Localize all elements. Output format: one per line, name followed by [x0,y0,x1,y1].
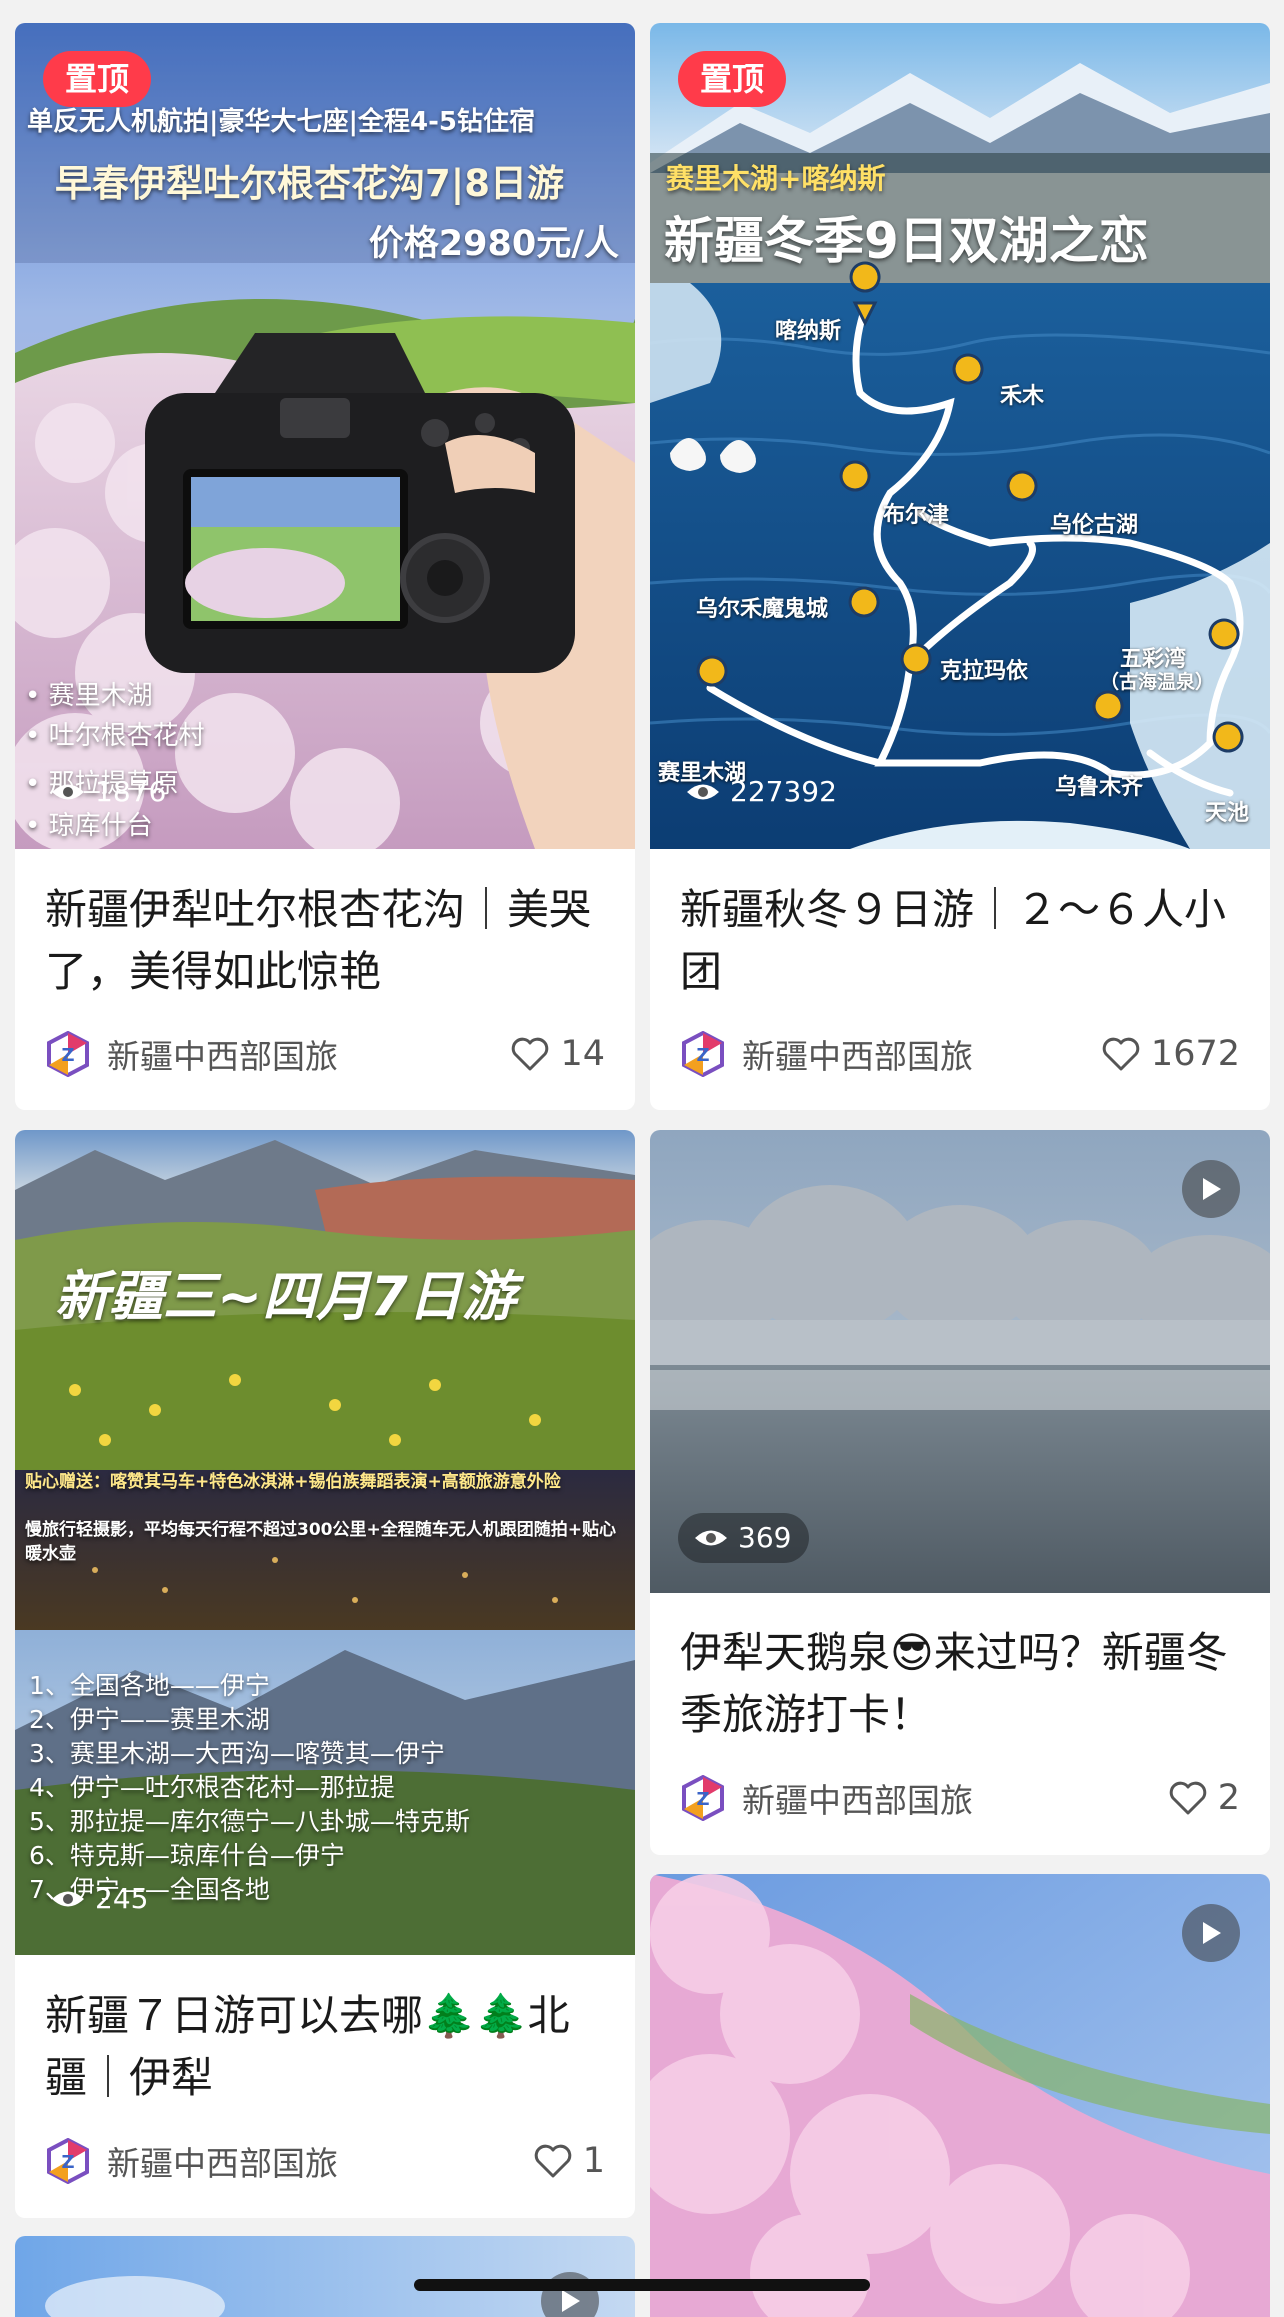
map-place-label: 喀纳斯 [775,319,842,344]
like-button[interactable]: 2 [1168,1778,1240,1818]
agency-logo-icon[interactable]: Z [680,1775,726,1821]
itinerary-step: 1、全国各地——伊宁 [29,1671,270,1700]
like-button[interactable]: 1 [533,2141,605,2181]
post-meta: Z 新疆中西部国旅 14 [45,1029,605,1079]
cover-text-features: 单反无人机航拍|豪华大七座|全程4-5钻住宿 [27,107,535,137]
author-name[interactable]: 新疆中西部国旅 [107,2137,533,2185]
view-count: 1876 [43,767,184,817]
author-name[interactable]: 新疆中西部国旅 [107,1030,510,1078]
feed-card-5[interactable] [650,1874,1270,2317]
heart-icon [534,2144,571,2178]
card-cover-image[interactable]: 置顶 赛里木湖+喀纳斯 新疆冬季9日双湖之恋 喀纳斯 禾木 布尔津 乌伦古湖 乌… [650,23,1270,849]
pinned-badge: 置顶 [678,51,787,107]
itinerary-step: 4、伊宁—吐尔根杏花村—那拉提 [29,1773,395,1802]
post-title[interactable]: 新疆秋冬９日游｜２～６人小团 [680,879,1240,1003]
eye-icon [687,784,719,800]
like-count: 14 [560,1034,605,1074]
author-name[interactable]: 新疆中西部国旅 [742,1774,1168,1822]
card-cover-image[interactable]: 置顶 单反无人机航拍|豪华大七座|全程4-5钻住宿 早春伊犁吐尔根杏花沟7|8日… [15,23,635,849]
cover-text-subtitle: 赛里木湖+喀纳斯 [666,162,886,195]
map-place-label: 乌鲁木齐 [1055,775,1144,800]
play-icon [1203,1178,1221,1200]
map-place-label: 乌尔禾魔鬼城 [696,597,829,622]
svg-text:Z: Z [696,1789,709,1810]
heart-icon [1102,1037,1140,1071]
author-name[interactable]: 新疆中西部国旅 [742,1030,1101,1078]
view-count: 227392 [678,767,855,817]
feed-card-1[interactable]: 置顶 单反无人机航拍|豪华大七座|全程4-5钻住宿 早春伊犁吐尔根杏花沟7|8日… [15,23,635,1110]
feed-card-3[interactable]: 新疆三~四月7日游 贴心赠送：喀赞其马车+特色冰淇淋+锡伯族舞蹈表演+高额旅游意… [15,1130,635,2218]
map-place-label: 克拉玛依 [940,659,1029,684]
svg-text:Z: Z [61,2152,74,2173]
cover-text-gift: 贴心赠送：喀赞其马车+特色冰淇淋+锡伯族舞蹈表演+高额旅游意外险 [25,1472,561,1492]
feed-card-2[interactable]: 置顶 赛里木湖+喀纳斯 新疆冬季9日双湖之恋 喀纳斯 禾木 布尔津 乌伦古湖 乌… [650,23,1270,1110]
feed-card-4[interactable]: 369 伊犁天鹅泉😎来过吗？新疆冬季旅游打卡！ Z 新疆中西部国旅 2 [650,1130,1270,1855]
like-button[interactable]: 1672 [1101,1034,1240,1074]
card-cover-video[interactable] [15,2236,635,2317]
cover-bullet: • 赛里木湖 [25,681,153,711]
video-play-button[interactable] [1182,1160,1240,1218]
video-play-button[interactable] [1182,1904,1240,1962]
view-count-value: 369 [738,1521,792,1554]
post-title[interactable]: 新疆伊犁吐尔根杏花沟｜美哭了，美得如此惊艳 [45,879,605,1003]
map-place-label: 天池 [1205,801,1250,826]
post-title[interactable]: 伊犁天鹅泉😎来过吗？新疆冬季旅游打卡！ [680,1622,1240,1746]
card-cover-video[interactable]: 369 [650,1130,1270,1593]
cover-bullet: • 吐尔根杏花村 [25,721,205,751]
map-place-label: 布尔津 [883,503,950,528]
lake-route-map [650,23,1270,849]
svg-text:Z: Z [696,1045,709,1066]
like-count: 1 [582,2141,605,2181]
cover-text-headline: 新疆冬季9日双湖之恋 [664,212,1149,270]
map-place-label: （古海温泉） [1100,671,1215,693]
view-count: 369 [678,1513,810,1563]
eye-icon [52,784,84,800]
agency-logo-icon[interactable]: Z [45,2138,91,2184]
view-count-value: 245 [95,1882,149,1915]
svg-text:Z: Z [61,1045,74,1066]
view-count: 245 [43,1874,166,1924]
like-count: 2 [1217,1778,1240,1818]
eye-icon [695,1530,727,1546]
map-place-label: 禾木 [1000,384,1045,409]
home-indicator[interactable] [414,2279,870,2291]
play-icon [1203,1922,1221,1944]
eye-icon [52,1891,84,1907]
agency-logo-icon[interactable]: Z [680,1031,726,1077]
map-place-label: 乌伦古湖 [1050,513,1139,538]
play-icon [562,2290,580,2312]
itinerary-step: 6、特克斯—琼库什台—伊宁 [29,1841,345,1870]
cover-text-note: 慢旅行轻摄影，平均每天行程不超过300公里+全程随车无人机跟团随拍+贴心暖水壶 [25,1520,616,1564]
pinned-badge: 置顶 [43,51,152,107]
view-count-value: 1876 [95,775,167,808]
post-meta: Z 新疆中西部国旅 2 [680,1773,1240,1823]
itinerary-step: 2、伊宁——赛里木湖 [29,1705,270,1734]
card-cover-image[interactable]: 新疆三~四月7日游 贴心赠送：喀赞其马车+特色冰淇淋+锡伯族舞蹈表演+高额旅游意… [15,1130,635,1955]
post-meta: Z 新疆中西部国旅 1 [45,2136,605,2186]
blossom-slope-photo [650,1874,1270,2317]
heart-icon [1169,1781,1206,1815]
view-count-value: 227392 [730,775,837,808]
itinerary-step: 3、赛里木湖—大西沟—喀赞其—伊宁 [29,1739,445,1768]
cover-text-trip: 早春伊犁吐尔根杏花沟7|8日游 [55,162,565,205]
post-meta: Z 新疆中西部国旅 1672 [680,1029,1240,1079]
itinerary-step: 5、那拉提—库尔德宁—八卦城—特克斯 [29,1807,470,1836]
feed-card-6[interactable] [15,2236,635,2317]
heart-icon [512,1037,549,1071]
cover-text-headline: 新疆三~四月7日游 [55,1265,516,1328]
post-title[interactable]: 新疆７日游可以去哪🌲🌲北疆｜伊犁 [45,1985,605,2109]
agency-logo-icon[interactable]: Z [45,1031,91,1077]
like-count: 1672 [1150,1034,1240,1074]
cover-text-price: 价格2980元/人 [368,224,619,264]
card-cover-video[interactable] [650,1874,1270,2317]
like-button[interactable]: 14 [510,1034,605,1074]
